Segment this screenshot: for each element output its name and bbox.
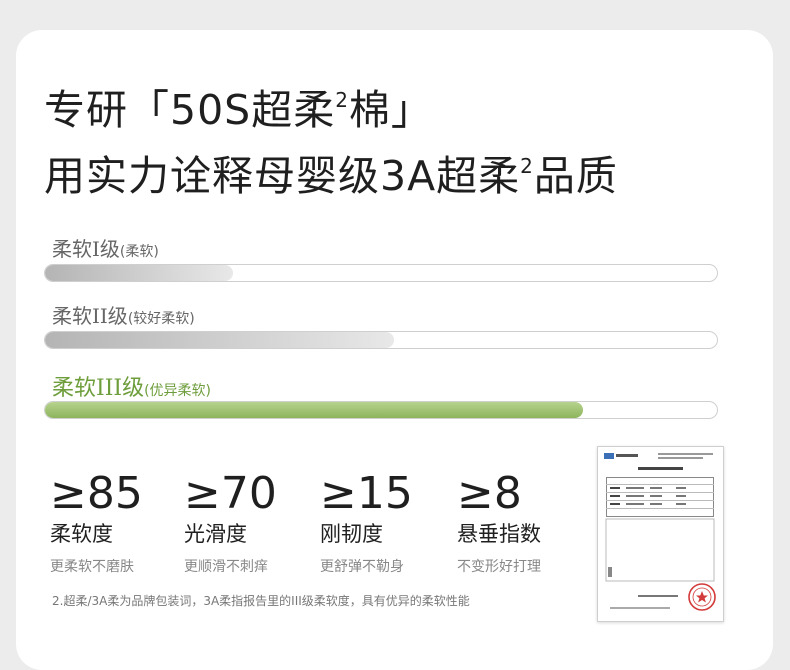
- level-1-bar: [44, 264, 718, 282]
- stat-drape-value: ≥8: [457, 468, 522, 519]
- stat-softness-desc: 更柔软不磨肤: [50, 559, 134, 575]
- test-report-image: [597, 446, 724, 622]
- level-2-bar: [44, 331, 718, 349]
- level-2-bar-fill: [45, 332, 395, 348]
- level-2-label: 柔软II级(较好柔软): [52, 304, 195, 328]
- stat-smoothness-value: ≥70: [184, 468, 277, 519]
- stat-stiffness-value: ≥15: [320, 468, 413, 519]
- headline-line-1: 专研「50S超柔2棉」: [44, 86, 433, 134]
- stat-stiffness-desc: 更舒弹不勒身: [320, 559, 404, 575]
- level-3-bar-fill: [45, 402, 583, 418]
- level-1-label: 柔软I级(柔软): [52, 237, 159, 261]
- footnote: 2.超柔/3A柔为品牌包装词，3A柔指报告里的III级柔软度，具有优异的柔软性能: [52, 594, 470, 608]
- stat-smoothness: ≥70 光滑度 更顺滑不刺痒: [184, 472, 277, 576]
- level-3-label: 柔软III级(优异柔软): [52, 376, 212, 401]
- stat-drape-desc: 不变形好打理: [457, 559, 541, 575]
- stat-softness-title: 柔软度: [50, 522, 113, 546]
- test-report-graphic: [604, 453, 716, 611]
- stat-smoothness-title: 光滑度: [184, 522, 247, 546]
- stat-drape-title: 悬垂指数: [457, 522, 541, 546]
- stat-drape: ≥8 悬垂指数 不变形好打理: [457, 472, 541, 576]
- stat-stiffness-title: 刚韧度: [320, 522, 383, 546]
- stat-softness: ≥85 柔软度 更柔软不磨肤: [50, 472, 143, 576]
- headline-line-2: 用实力诠释母婴级3A超柔2品质: [44, 152, 618, 200]
- level-3-bar: [44, 401, 718, 419]
- stat-softness-value: ≥85: [50, 468, 143, 519]
- stat-stiffness: ≥15 刚韧度 更舒弹不勒身: [320, 472, 413, 576]
- stat-smoothness-desc: 更顺滑不刺痒: [184, 559, 268, 575]
- level-1-bar-fill: [45, 265, 234, 281]
